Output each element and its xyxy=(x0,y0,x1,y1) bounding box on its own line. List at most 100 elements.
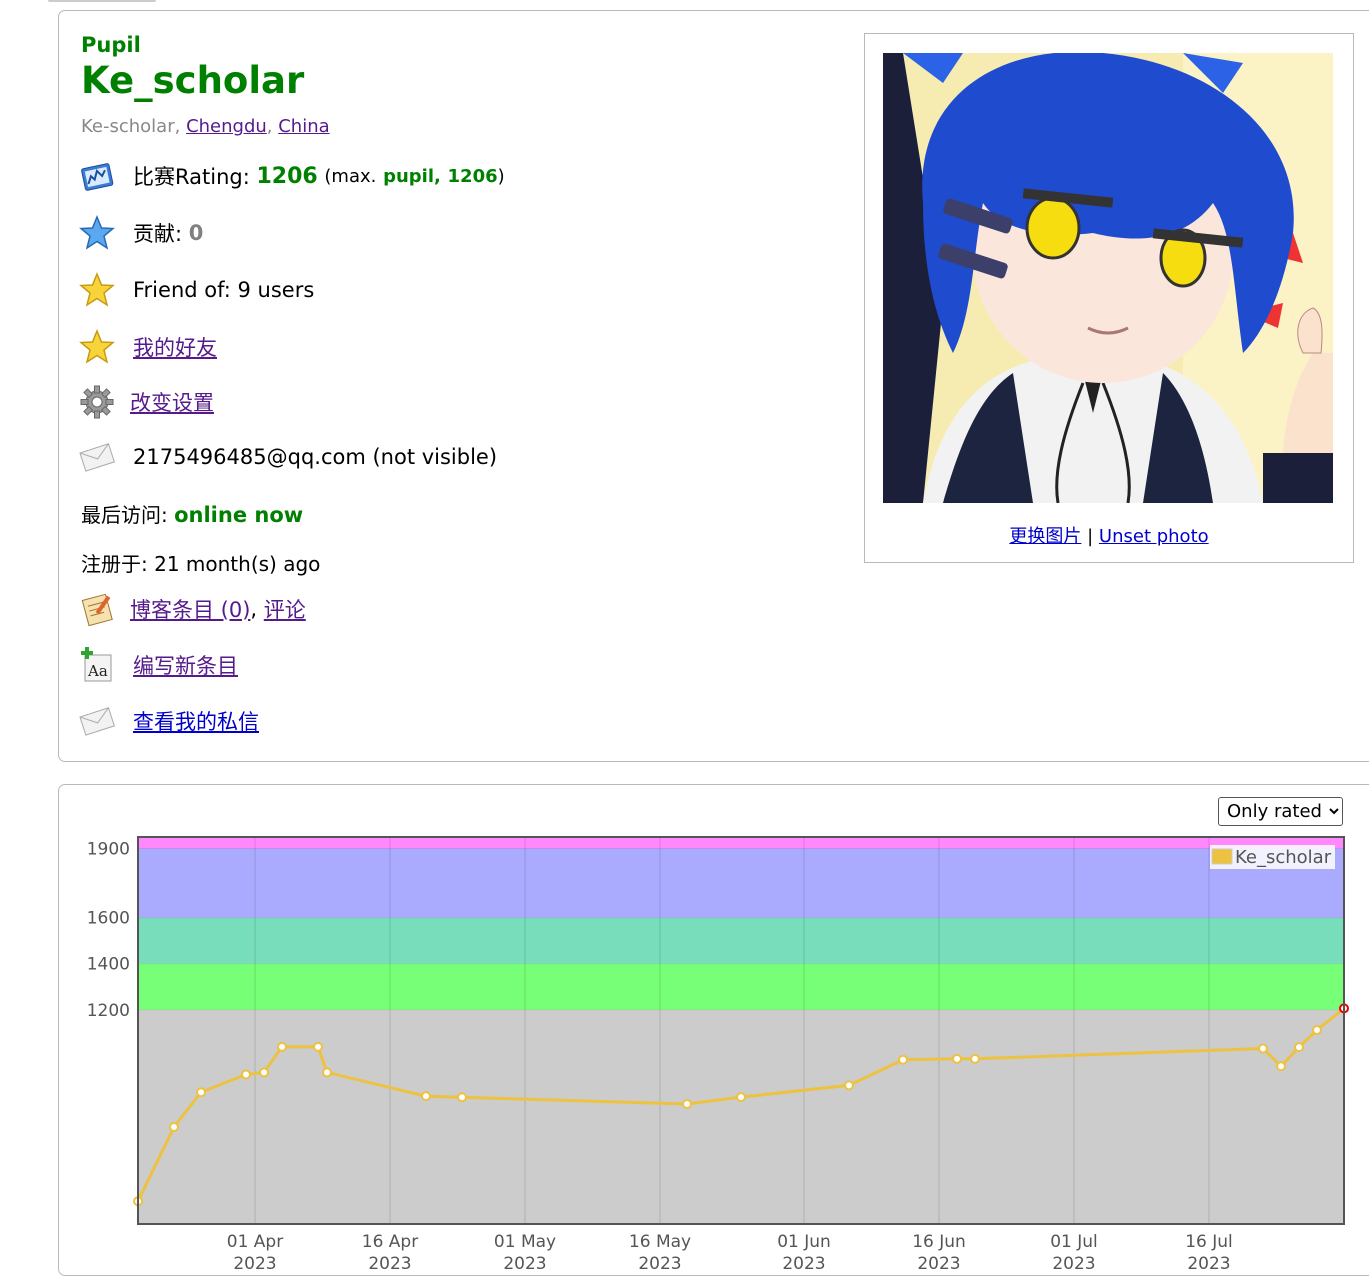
last-visit-row: 最后访问: online now xyxy=(81,499,303,528)
rating-band xyxy=(138,1009,1344,1224)
avatar xyxy=(883,53,1333,503)
last-visit-label: 最后访问: xyxy=(81,503,168,527)
rating-value: 1206 xyxy=(256,163,318,189)
blue-star-icon xyxy=(79,215,115,250)
x-tick-label: 01 Apr xyxy=(227,1232,283,1252)
x-tick-year: 2023 xyxy=(233,1254,276,1274)
max-open: (max. xyxy=(324,165,377,187)
registered-label: 注册于: xyxy=(81,552,148,576)
registered-row: 注册于: 21 month(s) ago xyxy=(81,548,320,577)
rating-graph-icon xyxy=(81,163,114,191)
legend-swatch xyxy=(1211,848,1233,865)
rating-row: 比赛Rating: 1206 (max. pupil, 1206) xyxy=(79,156,505,196)
rating-point xyxy=(259,1067,269,1078)
svg-text:Aa: Aa xyxy=(87,662,108,680)
rating-band xyxy=(138,917,1344,964)
comments-link[interactable]: 评论 xyxy=(264,594,306,624)
x-tick-year: 2023 xyxy=(503,1254,546,1274)
rating-band xyxy=(138,837,1344,849)
rating-point xyxy=(1312,1025,1322,1036)
rating-point xyxy=(313,1041,323,1052)
rating-point xyxy=(682,1098,692,1109)
contribution-row: 贡献: 0 xyxy=(79,213,203,253)
y-tick-label: 1900 xyxy=(87,840,130,860)
avatar-image xyxy=(883,53,1333,503)
notepad-icon xyxy=(81,593,113,627)
x-tick-label: 01 May xyxy=(494,1232,556,1252)
x-tick-label: 01 Jun xyxy=(777,1232,831,1252)
photo-links-separator: | xyxy=(1087,526,1094,547)
last-visit-value: online now xyxy=(174,503,304,527)
y-tick-label: 1400 xyxy=(87,955,130,975)
city-link[interactable]: Chengdu xyxy=(186,116,267,137)
rating-point xyxy=(898,1054,908,1065)
envelope-icon xyxy=(79,443,115,472)
new-entry-icon: Aa xyxy=(81,647,112,682)
chart-legend: Ke_scholar xyxy=(1210,845,1335,869)
gold-star-icon xyxy=(79,272,115,307)
y-tick-label: 1200 xyxy=(87,1001,130,1021)
x-tick-label: 16 Jul xyxy=(1185,1232,1233,1252)
my-friends-row: 我的好友 xyxy=(79,327,217,367)
registered-value: 21 month(s) ago xyxy=(154,552,321,576)
rating-point xyxy=(1294,1042,1304,1053)
rating-point xyxy=(970,1053,980,1064)
email-text: 2175496485@qq.com (not visible) xyxy=(133,445,498,469)
messages-link[interactable]: 查看我的私信 xyxy=(133,706,259,736)
write-entry-row: Aa 编写新条目 xyxy=(79,645,238,685)
photo-links: 更换图片 | Unset photo xyxy=(865,522,1353,548)
blog-row: 博客条目 (0), 评论 xyxy=(79,589,306,629)
rating-point xyxy=(196,1087,206,1098)
rating-point xyxy=(457,1092,467,1103)
rating-chart: 1200140016001900 01 Apr202316 Apr202301 … xyxy=(87,836,1349,1274)
rating-point xyxy=(169,1122,179,1133)
gear-icon xyxy=(80,385,114,419)
rating-point xyxy=(736,1092,746,1103)
gold-star-icon xyxy=(79,329,115,364)
my-friends-link[interactable]: 我的好友 xyxy=(133,332,217,362)
rating-point xyxy=(241,1069,251,1080)
rating-graph-box: Only rated 1200 1400 1600 1900 01 Apr 2023 16… xyxy=(58,784,1369,1276)
user-location-line: Ke-scholar, Chengdu, China xyxy=(81,116,330,137)
rating-point xyxy=(1258,1043,1268,1054)
user-handle: Ke_scholar xyxy=(81,59,305,102)
contribution-label: 贡献: xyxy=(133,222,183,246)
top-tab-edge xyxy=(48,0,156,2)
settings-link[interactable]: 改变设置 xyxy=(130,387,214,417)
rating-point xyxy=(277,1041,287,1052)
friend-of-row: Friend of: 9 users xyxy=(79,270,314,310)
x-tick-year: 2023 xyxy=(638,1254,681,1274)
y-tick-label: 1600 xyxy=(87,909,130,929)
change-photo-link[interactable]: 更换图片 xyxy=(1009,526,1081,547)
settings-row: 改变设置 xyxy=(79,382,214,422)
max-close: ) xyxy=(497,165,505,187)
write-entry-link[interactable]: 编写新条目 xyxy=(133,650,238,680)
x-tick-year: 2023 xyxy=(1187,1254,1230,1274)
envelope-icon xyxy=(79,707,115,736)
x-tick-year: 2023 xyxy=(1052,1254,1095,1274)
rating-band xyxy=(138,848,1344,918)
max-rank: pupil, xyxy=(383,165,441,187)
rating-point xyxy=(421,1091,431,1102)
email-row: 2175496485@qq.com (not visible) xyxy=(79,437,497,477)
rating-label: 比赛Rating: xyxy=(133,165,250,189)
friend-of-text: Friend of: 9 users xyxy=(133,278,315,302)
rating-point xyxy=(844,1080,854,1091)
x-tick-label: 01 Jul xyxy=(1050,1232,1098,1252)
rating-point xyxy=(952,1053,962,1064)
x-tick-label: 16 May xyxy=(629,1232,691,1252)
avatar-box: 更换图片 | Unset photo xyxy=(864,33,1354,563)
unset-photo-link[interactable]: Unset photo xyxy=(1099,526,1209,547)
rating-band xyxy=(138,963,1344,1010)
x-tick-year: 2023 xyxy=(368,1254,411,1274)
x-tick-year: 2023 xyxy=(782,1254,825,1274)
country-link[interactable]: China xyxy=(278,116,329,137)
user-name: Ke-scholar xyxy=(81,116,175,137)
rating-point xyxy=(322,1067,332,1078)
profile-info-box: Pupil Ke_scholar Ke-scholar, Chengdu, Ch… xyxy=(58,10,1369,762)
x-tick-year: 2023 xyxy=(917,1254,960,1274)
max-rating: 1206 xyxy=(447,165,498,187)
x-tick-label: 16 Jun xyxy=(912,1232,966,1252)
user-rank: Pupil xyxy=(81,33,141,57)
blog-entries-link[interactable]: 博客条目 (0) xyxy=(130,594,250,624)
